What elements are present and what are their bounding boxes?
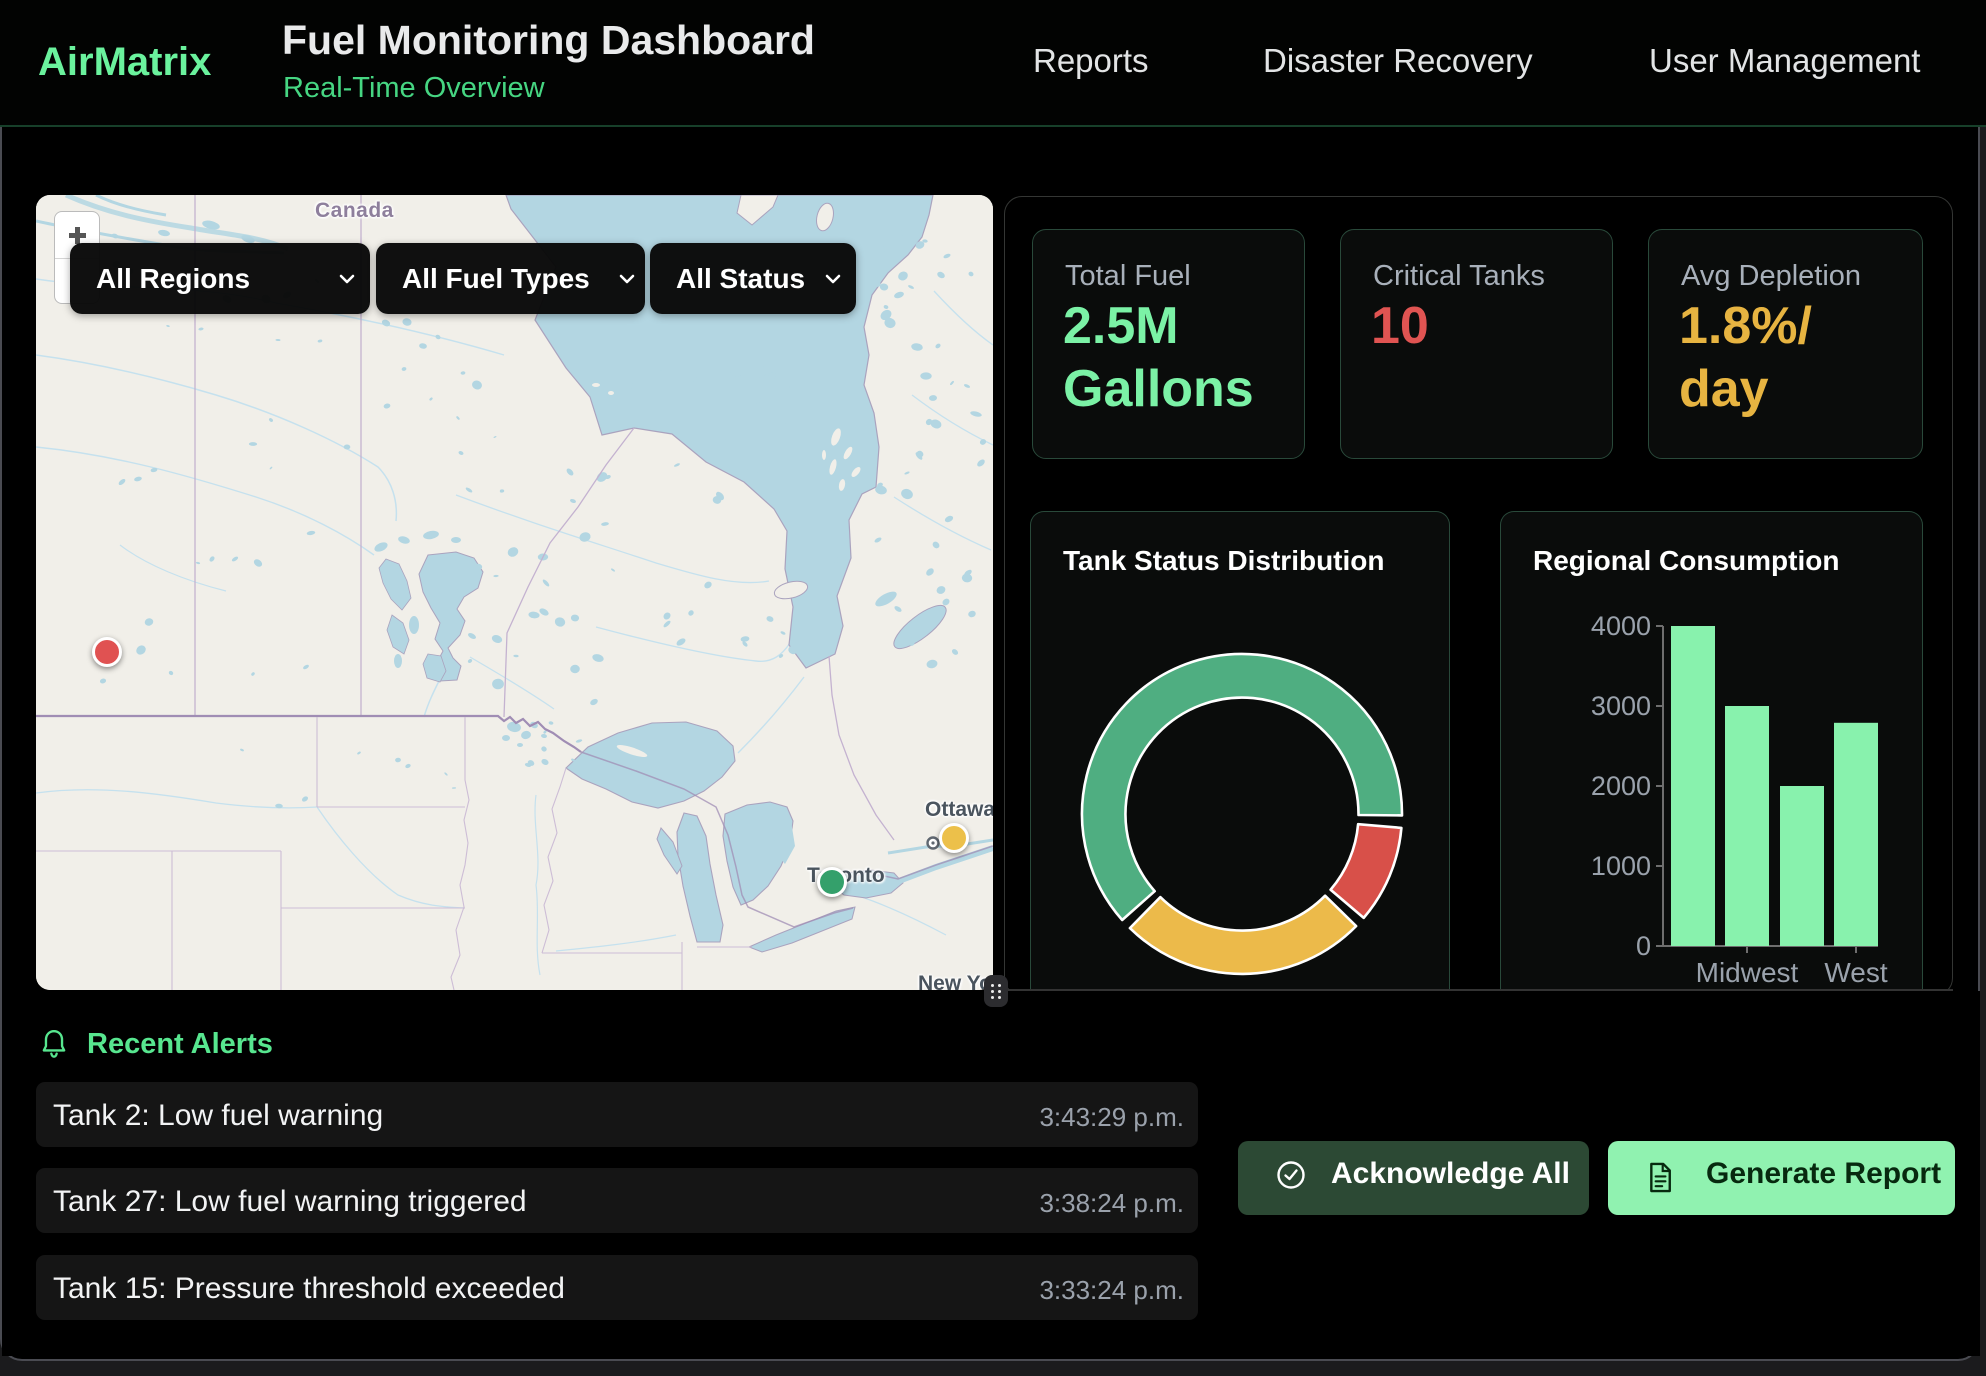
svg-text:4000: 4000 xyxy=(1591,611,1651,641)
svg-text:2000: 2000 xyxy=(1591,771,1651,801)
svg-text:3000: 3000 xyxy=(1591,691,1651,721)
svg-text:Midwest: Midwest xyxy=(1696,957,1799,988)
svg-text:West: West xyxy=(1824,957,1887,988)
svg-text:0: 0 xyxy=(1636,931,1651,961)
svg-text:1000: 1000 xyxy=(1591,851,1651,881)
